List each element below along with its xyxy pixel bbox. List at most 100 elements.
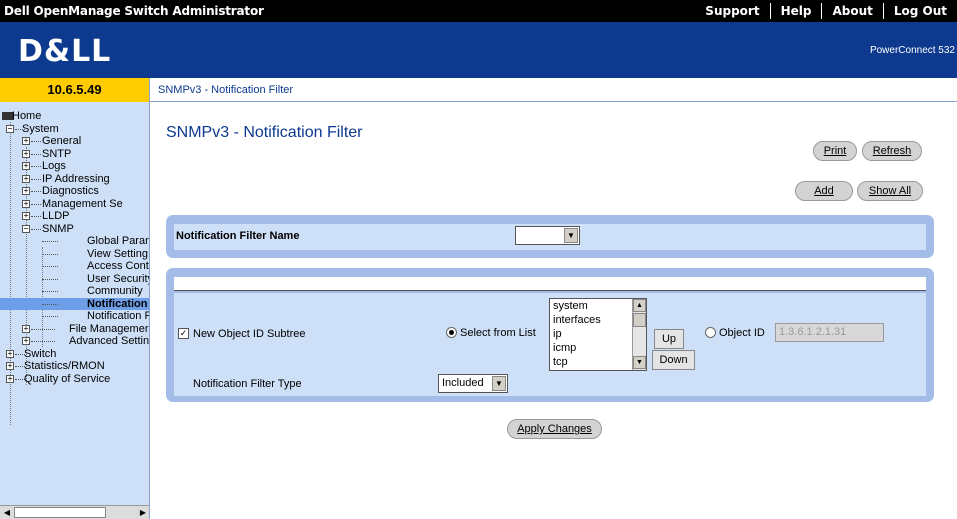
scroll-thumb[interactable] [633, 313, 646, 327]
tree-connector [42, 291, 58, 292]
object-id-label: Object ID [719, 327, 765, 339]
select-from-list-radio[interactable] [446, 327, 457, 338]
tree-item-diagnostics[interactable]: + Diagnostics [0, 185, 149, 198]
tree-item-access-control[interactable]: Access Cont [0, 260, 149, 273]
tree-connector [31, 341, 55, 342]
tree-item-communities-label: Community [87, 285, 143, 297]
expand-icon[interactable]: + [22, 337, 30, 345]
tree-item-general[interactable]: + General [0, 135, 149, 148]
tree-item-ip-addressing[interactable]: + IP Addressing [0, 172, 149, 186]
scroll-down-icon[interactable]: ▼ [633, 356, 646, 369]
tree-item-communities[interactable]: Community [0, 285, 149, 298]
oid-listbox[interactable]: system interfaces ip icmp tcp ▲ ▼ [549, 298, 647, 371]
tree-connector [42, 303, 58, 305]
chevron-down-icon[interactable]: ▼ [564, 228, 578, 243]
tree-item-management-security[interactable]: + Management Se [0, 198, 149, 211]
tree-item-lldp-label: LLDP [42, 210, 70, 222]
page-title: SNMPv3 - Notification Filter [166, 124, 363, 141]
tree-item-notification-recipients[interactable]: Notification F [0, 310, 150, 323]
expand-icon[interactable]: + [22, 212, 30, 220]
listbox-scrollbar[interactable]: ▲ ▼ [632, 299, 646, 370]
object-id-radio[interactable] [705, 327, 716, 338]
tree-item-notification-filter-label: Notification [87, 297, 148, 310]
tree-item-diagnostics-label: Diagnostics [42, 185, 99, 197]
tree-horizontal-scrollbar[interactable]: ◀ ▶ [0, 505, 149, 519]
help-link[interactable]: Help [771, 4, 822, 18]
scroll-thumb[interactable] [14, 507, 106, 518]
collapse-icon[interactable]: − [6, 124, 14, 133]
tree-connector [31, 328, 55, 330]
tree-item-access-control-label: Access Cont [87, 260, 149, 272]
breadcrumb-text: SNMPv3 - Notification Filter [158, 84, 294, 96]
about-link[interactable]: About [822, 4, 882, 18]
logout-link[interactable]: Log Out [884, 4, 957, 18]
tree-item-snmp[interactable]: − SNMP [0, 222, 149, 236]
expand-icon[interactable]: + [22, 324, 30, 333]
tree-item-quality-of-service[interactable]: + Quality of Service [0, 373, 149, 386]
tree-connector [42, 278, 58, 280]
tree-item-statistics-rmon[interactable]: + Statistics/RMON [0, 360, 149, 373]
tree-item-system[interactable]: − System [0, 122, 149, 136]
tree-item-sntp-label: SNTP [42, 147, 72, 160]
tree-item-view-settings[interactable]: View Setting [0, 247, 149, 261]
tree-item-logs[interactable]: + Logs [0, 160, 149, 173]
tree-item-notification-filter[interactable]: Notification [0, 297, 149, 310]
tree-connector [31, 153, 41, 155]
tree-item-general-label: General [42, 135, 82, 147]
tree-item-notification-recipients-label: Notification F [87, 310, 150, 322]
select-from-list-label: Select from List [460, 327, 536, 339]
apply-changes-button[interactable]: Apply Changes [507, 419, 602, 439]
tree-item-user-security[interactable]: User Security [0, 273, 149, 286]
tree-item-sntp[interactable]: + SNTP [0, 147, 149, 161]
move-down-button[interactable]: Down [652, 350, 695, 370]
add-button[interactable]: Add [795, 181, 853, 201]
tree-item-home[interactable]: Home [0, 110, 149, 123]
scroll-up-icon[interactable]: ▲ [633, 299, 646, 312]
expand-icon[interactable]: + [22, 137, 30, 145]
tree-connector [31, 141, 41, 142]
expand-icon[interactable]: + [6, 349, 14, 358]
tree-connector [31, 178, 41, 180]
filter-type-select[interactable]: Included ▼ [438, 374, 508, 393]
tree-item-home-label: Home [12, 110, 42, 122]
filter-type-label: Notification Filter Type [193, 378, 302, 390]
expand-icon[interactable]: + [22, 162, 30, 170]
tree-connector [31, 216, 41, 217]
tree-item-switch[interactable]: + Switch [0, 348, 149, 361]
tree-item-global-parameters[interactable]: Global Paran [0, 235, 149, 248]
tree-connector [31, 191, 41, 192]
tree-item-ip-addressing-label: IP Addressing [42, 172, 110, 185]
tree-item-advanced-settings[interactable]: + Advanced Settin [0, 335, 149, 348]
filter-name-select[interactable]: ▼ [515, 226, 580, 245]
object-id-field[interactable]: 1.3.6.1.2.1.31 [775, 323, 884, 342]
tree-item-snmp-label: SNMP [42, 222, 74, 235]
show-all-button[interactable]: Show All [857, 181, 923, 201]
chevron-down-icon[interactable]: ▼ [492, 376, 506, 391]
tree-connector [31, 203, 41, 205]
tree-item-view-settings-label: View Setting [87, 247, 148, 260]
new-oid-subtree-checkbox[interactable]: ✓ [178, 328, 189, 339]
tree-connector [42, 316, 58, 317]
refresh-button[interactable]: Refresh [862, 141, 922, 161]
expand-icon[interactable]: + [22, 199, 30, 208]
tree-item-system-label: System [22, 122, 59, 135]
expand-icon[interactable]: + [22, 174, 30, 183]
app-title: Dell OpenManage Switch Administrator [4, 4, 264, 18]
tree-item-lldp[interactable]: + LLDP [0, 210, 149, 223]
top-bar: Dell OpenManage Switch Administrator Sup… [0, 0, 957, 22]
expand-icon[interactable]: + [6, 374, 14, 383]
navigation-tree-panel: Home − System + General + SNTP + Logs + … [0, 102, 150, 519]
tree-item-file-management[interactable]: + File Managemer [0, 323, 149, 336]
collapse-icon[interactable]: − [22, 224, 30, 233]
expand-icon[interactable]: + [22, 149, 30, 158]
scroll-right-icon[interactable]: ▶ [137, 507, 149, 519]
expand-icon[interactable]: + [6, 362, 14, 370]
scroll-left-icon[interactable]: ◀ [1, 507, 13, 519]
move-up-button[interactable]: Up [654, 329, 684, 349]
expand-icon[interactable]: + [22, 187, 30, 195]
tree-connector [42, 241, 58, 242]
support-link[interactable]: Support [695, 4, 769, 18]
tree-connector [42, 266, 58, 267]
print-button[interactable]: Print [813, 141, 857, 161]
model-name: PowerConnect 532 [869, 45, 955, 56]
